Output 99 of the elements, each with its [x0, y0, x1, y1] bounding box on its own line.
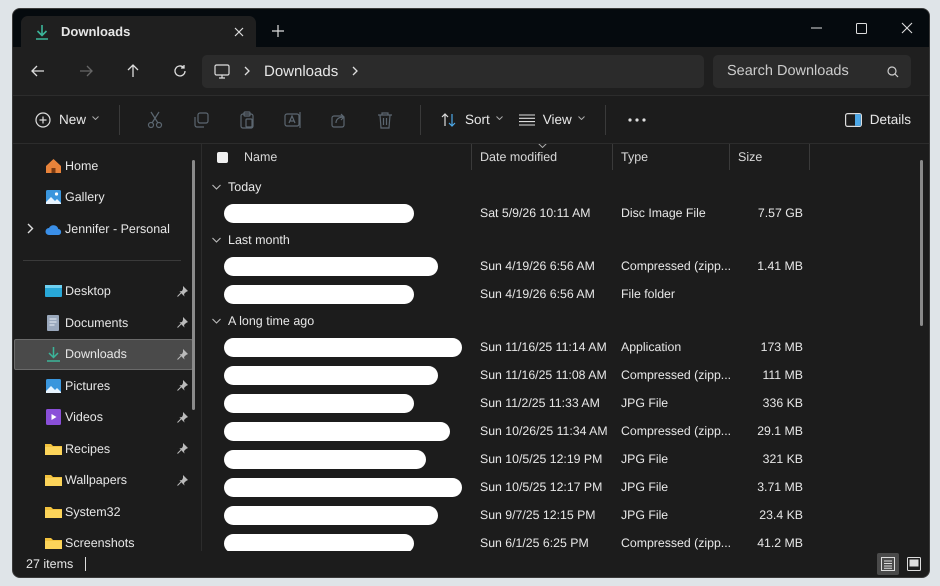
forward-arrow-icon[interactable]: [79, 65, 93, 77]
table-cell: JPG File: [621, 480, 668, 494]
table-cell: File folder: [621, 287, 675, 301]
address-bar[interactable]: Downloads: [202, 54, 704, 88]
minimize-icon[interactable]: [811, 27, 822, 29]
sidebar-item[interactable]: Recipes: [14, 433, 193, 464]
sidebar-item[interactable]: Wallpapers: [14, 464, 193, 496]
plus-circle-icon: [35, 112, 51, 128]
table-cell: JPG File: [621, 452, 668, 466]
chevron-right-icon: [352, 66, 358, 76]
desktop-icon: [45, 283, 62, 300]
details-button[interactable]: Details: [836, 106, 919, 133]
details-pane-icon: [844, 112, 862, 126]
table-cell: Compressed (zipp...: [621, 368, 732, 382]
table-cell: 336 KB: [762, 396, 803, 410]
table-cell: 7.57 GB: [758, 206, 803, 220]
table-cell: Sun 10/5/25 12:19 PM: [480, 452, 602, 466]
sort-chevron-icon: [538, 144, 547, 148]
videos-icon: [45, 409, 62, 426]
up-arrow-icon[interactable]: [127, 64, 139, 78]
details-view-button[interactable]: [877, 553, 899, 575]
sort-arrows-icon: [441, 112, 458, 128]
table-cell: JPG File: [621, 396, 668, 410]
table-cell: Sun 10/5/25 12:17 PM: [480, 480, 602, 494]
breadcrumb-item[interactable]: Downloads: [264, 62, 338, 80]
chevron-down-icon: [92, 116, 100, 120]
table-cell: 1.41 MB: [757, 259, 803, 273]
sidebar-item[interactable]: Gallery: [14, 182, 193, 213]
sidebar-item[interactable]: Screenshots: [14, 528, 193, 559]
chevron-down-icon: [578, 116, 585, 120]
table-cell: Compressed (zipp...: [621, 259, 732, 273]
monitor-icon: [214, 64, 230, 78]
sidebar-item[interactable]: Home: [14, 150, 193, 182]
column-header[interactable]: Name: [236, 144, 472, 170]
download-icon: [35, 24, 49, 40]
sidebar-item[interactable]: Jennifer - Personal: [14, 213, 193, 244]
column-header[interactable]: Size: [730, 144, 810, 170]
tab[interactable]: Downloads: [21, 16, 256, 47]
table-cell: Sun 4/19/26 6:56 AM: [480, 259, 595, 273]
chevron-icon: [212, 184, 221, 190]
table-cell: 29.1 MB: [757, 424, 803, 438]
sidebar-item[interactable]: Videos: [14, 402, 193, 433]
table-cell: Sun 9/7/25 12:15 PM: [480, 508, 596, 522]
lines-icon: [518, 114, 535, 126]
chevron-down-icon: [496, 116, 503, 120]
table-cell: 23.4 KB: [759, 508, 803, 522]
table-cell: Sun 4/19/26 6:56 AM: [480, 287, 595, 301]
table-cell: Compressed (zipp...: [621, 424, 732, 438]
table-cell: Compressed (zipp...: [621, 536, 732, 550]
sidebar-item[interactable]: System32: [14, 496, 193, 528]
table-cell: 41.2 MB: [757, 536, 803, 550]
column-header[interactable]: Type: [613, 144, 730, 170]
pictures-icon: [45, 378, 62, 394]
table-cell: Sun 11/16/25 11:08 AM: [480, 368, 607, 382]
folder-icon: [45, 535, 62, 552]
select-all-checkbox[interactable]: [217, 152, 228, 162]
item-count: 27 items: [26, 557, 74, 571]
documents-icon: [45, 314, 62, 331]
back-arrow-icon[interactable]: [31, 65, 45, 77]
table-cell: Sat 5/9/26 10:11 AM: [480, 206, 591, 220]
maximize-icon[interactable]: [856, 22, 867, 34]
column-header[interactable]: Date modified: [472, 144, 613, 170]
more-icon[interactable]: [628, 118, 646, 122]
downloads-icon: [45, 346, 62, 362]
close-tab-icon[interactable]: [234, 26, 244, 36]
home-icon: [45, 158, 62, 174]
table-cell: Application: [621, 340, 682, 354]
gallery-icon: [45, 189, 62, 206]
close-icon[interactable]: [901, 22, 913, 34]
table-cell: 3.71 MB: [757, 480, 803, 494]
table-cell: 173 MB: [760, 340, 803, 354]
new-tab-icon[interactable]: [272, 25, 284, 37]
group-header[interactable]: Last month: [202, 227, 412, 252]
sidebar-item[interactable]: Downloads: [14, 338, 193, 370]
search-field[interactable]: Search Downloads: [713, 54, 911, 88]
chevron-icon: [212, 236, 221, 242]
table-cell: 111 MB: [762, 368, 803, 382]
table-cell: Sun 11/16/25 11:14 AM: [480, 340, 607, 354]
refresh-icon[interactable]: [173, 64, 187, 78]
chevron-right-icon[interactable]: [26, 223, 34, 234]
group-header[interactable]: A long time ago: [202, 308, 412, 333]
table-cell: JPG File: [621, 508, 668, 522]
chevron-right-icon: [244, 66, 250, 76]
sidebar-item[interactable]: Documents: [14, 307, 193, 338]
table-cell: 321 KB: [762, 452, 803, 466]
table-cell: Sun 11/2/25 11:33 AM: [480, 396, 600, 410]
tab-title: Downloads: [61, 24, 132, 39]
group-header[interactable]: Today: [202, 174, 412, 199]
search-icon: [887, 66, 899, 78]
sidebar-item[interactable]: Pictures: [14, 370, 193, 402]
sidebar-item[interactable]: Desktop: [14, 276, 193, 307]
table-cell: Sun 6/1/25 6:25 PM: [480, 536, 589, 550]
table-cell: Sun 10/26/25 11:34 AM: [480, 424, 608, 438]
table-cell: Disc Image File: [621, 206, 706, 220]
folder-icon: [45, 472, 62, 488]
view-button[interactable]: View: [510, 106, 593, 133]
new-button[interactable]: New: [27, 106, 108, 134]
sort-button[interactable]: Sort: [433, 106, 511, 134]
chevron-icon: [212, 318, 221, 324]
